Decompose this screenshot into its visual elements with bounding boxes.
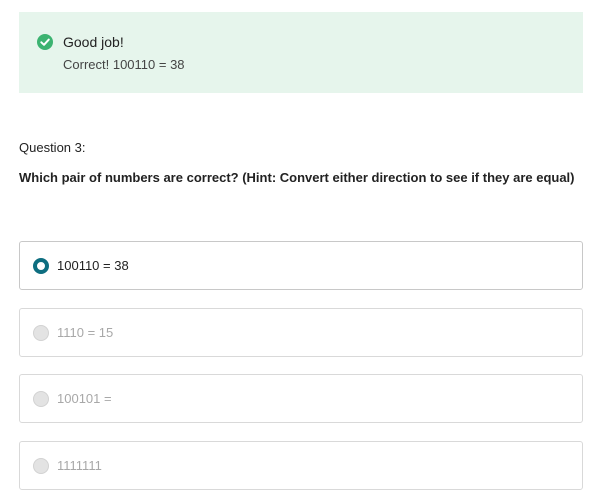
check-circle-icon	[37, 34, 53, 50]
feedback-banner: Good job! Correct! 100110 = 38	[19, 12, 583, 93]
answer-option-3: 100101 =	[19, 374, 583, 423]
radio-disabled-icon	[33, 391, 49, 407]
feedback-message: Correct! 100110 = 38	[63, 57, 185, 72]
answer-option-4: 1111111	[19, 441, 583, 490]
answer-option-2: 1110 = 15	[19, 308, 583, 357]
answer-option-label: 100110 = 38	[57, 258, 129, 273]
quiz-page: Good job! Correct! 100110 = 38 Question …	[0, 0, 595, 501]
answer-option-label: 100101 =	[57, 391, 112, 406]
radio-selected-icon[interactable]	[33, 258, 49, 274]
radio-disabled-icon	[33, 458, 49, 474]
answer-option-1[interactable]: 100110 = 38	[19, 241, 583, 290]
answer-option-label: 1111111	[57, 458, 102, 473]
answer-option-label: 1110 = 15	[57, 325, 114, 340]
question-text: Which pair of numbers are correct? (Hint…	[19, 170, 575, 185]
feedback-title: Good job!	[63, 34, 124, 50]
question-number: Question 3:	[19, 140, 86, 155]
radio-disabled-icon	[33, 325, 49, 341]
